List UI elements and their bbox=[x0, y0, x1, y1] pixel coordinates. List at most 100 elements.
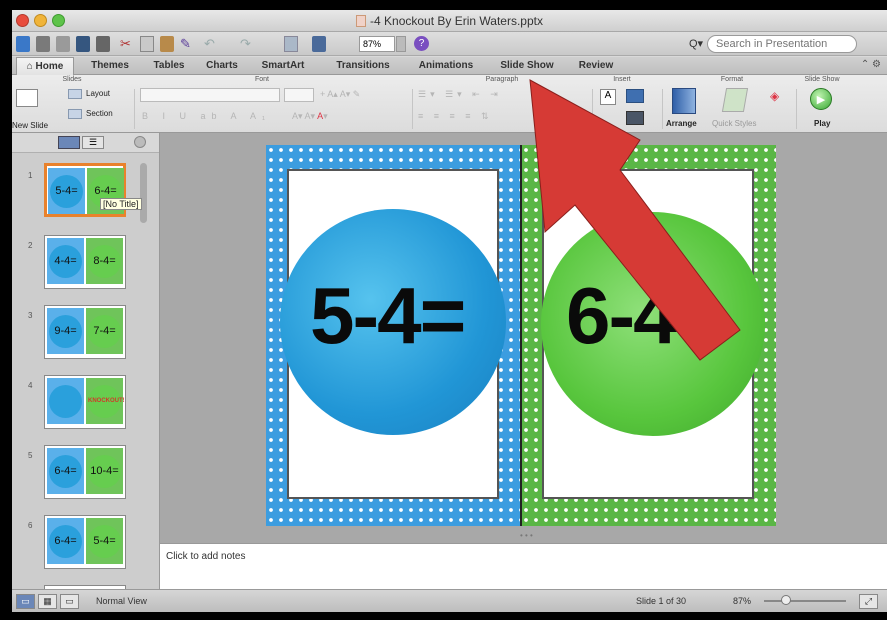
layout-icon[interactable] bbox=[68, 89, 82, 99]
document-icon bbox=[356, 15, 367, 27]
outline-view-tab-icon[interactable]: ☰ bbox=[82, 136, 104, 149]
play-icon[interactable]: ▶ bbox=[810, 88, 832, 110]
arrange-icon[interactable] bbox=[672, 88, 696, 114]
text-box-icon[interactable]: A bbox=[600, 89, 616, 105]
slide-thumbnail-4[interactable]: KNOCKOUT! bbox=[44, 375, 126, 429]
tab-review[interactable]: Review bbox=[570, 57, 622, 75]
zoom-select[interactable]: 87% bbox=[359, 36, 395, 52]
slide-number: 4 bbox=[28, 381, 33, 390]
font-size-field[interactable] bbox=[284, 88, 314, 102]
tab-charts[interactable]: Charts bbox=[200, 57, 244, 75]
tab-slide-show[interactable]: Slide Show bbox=[490, 57, 564, 75]
arrange-button[interactable]: Arrange bbox=[666, 119, 697, 128]
sidebar-close-icon[interactable] bbox=[134, 136, 146, 148]
group-slides-label: Slides bbox=[62, 76, 82, 83]
notes-placeholder[interactable]: Click to add notes bbox=[166, 551, 246, 562]
help-icon[interactable]: ? bbox=[414, 36, 429, 51]
slide[interactable]: 5-4= 6-4= bbox=[266, 145, 776, 526]
alignment-icons[interactable]: ≡ ≡ ≡ ≡ ⇅ bbox=[418, 111, 493, 122]
new-slide-icon[interactable] bbox=[16, 89, 38, 107]
save-icon[interactable] bbox=[76, 36, 90, 52]
card-divider bbox=[520, 145, 522, 526]
title-bar: -4 Knockout By Erin Waters.pptx bbox=[12, 10, 887, 32]
thumbnail-expression: 6-4= bbox=[49, 455, 82, 488]
slide-thumbnail-2[interactable]: 4-4= 8-4= bbox=[44, 235, 126, 289]
slides-view-tab-icon[interactable] bbox=[58, 136, 80, 149]
fit-to-window-icon[interactable]: ⤢ bbox=[859, 594, 878, 609]
section-icon[interactable] bbox=[68, 109, 82, 119]
thumbnail-tooltip: [No Title] bbox=[100, 198, 142, 210]
ribbon-collapse-icon[interactable]: ⌃ ⚙ bbox=[861, 59, 881, 70]
view-name: Normal View bbox=[96, 596, 147, 606]
group-font-label: Font bbox=[254, 76, 269, 83]
shape-fill-icon[interactable]: ◈ bbox=[770, 89, 784, 103]
quick-styles-button[interactable]: Quick Styles bbox=[712, 119, 756, 128]
zoom-dropdown-icon[interactable] bbox=[396, 36, 406, 52]
quick-styles-icon[interactable] bbox=[721, 88, 749, 112]
slide-thumbnail-3[interactable]: 9-4= 7-4= bbox=[44, 305, 126, 359]
ribbon-separator bbox=[662, 89, 663, 129]
home-icon: ⌂ bbox=[26, 61, 36, 72]
cut-icon[interactable]: ✂ bbox=[120, 36, 134, 52]
ribbon-separator bbox=[592, 89, 593, 129]
tab-home[interactable]: ⌂ Home bbox=[16, 57, 74, 75]
bullet-list-icons[interactable]: ☰▾ ☰▾ ⇤ ⇥ bbox=[418, 89, 502, 100]
search-input[interactable] bbox=[707, 35, 857, 53]
slide-thumbnail-6[interactable]: 6-4= 5-4= bbox=[44, 515, 126, 569]
format-painter-icon[interactable]: ✎ bbox=[180, 36, 194, 52]
tab-smartart[interactable]: SmartArt bbox=[252, 57, 314, 75]
zoom-select-value: 87% bbox=[363, 39, 382, 49]
font-size-grow-icons[interactable]: + A▴ A▾ ✎ bbox=[320, 89, 360, 100]
zoom-slider[interactable] bbox=[764, 600, 846, 602]
font-color-icons[interactable]: A▾ A▾ A▾ bbox=[292, 111, 328, 122]
group-format-label: Format bbox=[720, 76, 744, 83]
templates-icon[interactable] bbox=[36, 36, 50, 52]
thumbnail-left-card: 4-4= bbox=[47, 238, 84, 284]
shape-icon[interactable] bbox=[626, 111, 644, 125]
layout-button[interactable]: Layout bbox=[86, 89, 110, 98]
magnifier-icon[interactable]: Q▾ bbox=[689, 37, 703, 50]
tab-home-label: Home bbox=[35, 61, 64, 72]
pane-resize-handle[interactable]: • • • bbox=[520, 531, 533, 540]
powerpoint-window: -4 Knockout By Erin Waters.pptx ✂ ✎ ↶ ↷ … bbox=[12, 10, 887, 612]
slide-thumbnail-5[interactable]: 6-4= 10-4= bbox=[44, 445, 126, 499]
slide-show-view-icon[interactable]: ▭ bbox=[60, 594, 79, 609]
left-expression[interactable]: 5-4= bbox=[310, 270, 466, 362]
copy-icon[interactable] bbox=[140, 36, 154, 52]
redo-icon[interactable]: ↷ bbox=[240, 36, 254, 52]
section-button[interactable]: Section bbox=[86, 109, 113, 118]
new-slide-label[interactable]: New Slide bbox=[12, 121, 48, 130]
tab-themes[interactable]: Themes bbox=[82, 57, 138, 75]
undo-icon[interactable]: ↶ bbox=[204, 36, 218, 52]
thumbnail-left-card: 6-4= bbox=[47, 448, 84, 494]
open-icon[interactable] bbox=[56, 36, 70, 52]
normal-view-icon[interactable]: ▭ bbox=[16, 594, 35, 609]
zoom-percent: 87% bbox=[733, 596, 752, 606]
tab-transitions[interactable]: Transitions bbox=[324, 57, 402, 75]
slide-number: 1 bbox=[28, 171, 33, 180]
font-style-icons[interactable]: B I U ab A A₁ bbox=[142, 111, 271, 121]
show-toolbox-icon[interactable] bbox=[312, 36, 326, 52]
zoom-slider-knob[interactable] bbox=[781, 595, 791, 605]
paste-icon[interactable] bbox=[160, 36, 174, 52]
thumbnail-expression: KNOCKOUT! bbox=[88, 385, 125, 418]
gallery-icon[interactable] bbox=[284, 36, 298, 52]
thumbnail-expression: 5-4= bbox=[50, 175, 83, 208]
play-button[interactable]: Play bbox=[814, 119, 830, 128]
notes-pane[interactable]: Click to add notes bbox=[160, 543, 887, 589]
slide-position: Slide 1 of 30 bbox=[636, 596, 687, 606]
slide-sorter-view-icon[interactable]: ▦ bbox=[38, 594, 57, 609]
tab-animations[interactable]: Animations bbox=[410, 57, 482, 75]
picture-icon[interactable] bbox=[626, 89, 644, 103]
right-expression[interactable]: 6-4= bbox=[566, 270, 722, 362]
thumbnail-right-card: KNOCKOUT! bbox=[86, 378, 125, 424]
font-name-field[interactable] bbox=[140, 88, 280, 102]
slide-number: 3 bbox=[28, 311, 33, 320]
thumbnail-left-card: 5-4= bbox=[48, 168, 85, 214]
sidebar-scrollbar[interactable] bbox=[140, 163, 147, 223]
tab-tables[interactable]: Tables bbox=[146, 57, 192, 75]
thumbnail-right-card: 5-4= bbox=[86, 518, 123, 564]
new-presentation-icon[interactable] bbox=[16, 36, 30, 52]
print-icon[interactable] bbox=[96, 36, 110, 52]
group-insert-label: Insert bbox=[613, 76, 631, 83]
